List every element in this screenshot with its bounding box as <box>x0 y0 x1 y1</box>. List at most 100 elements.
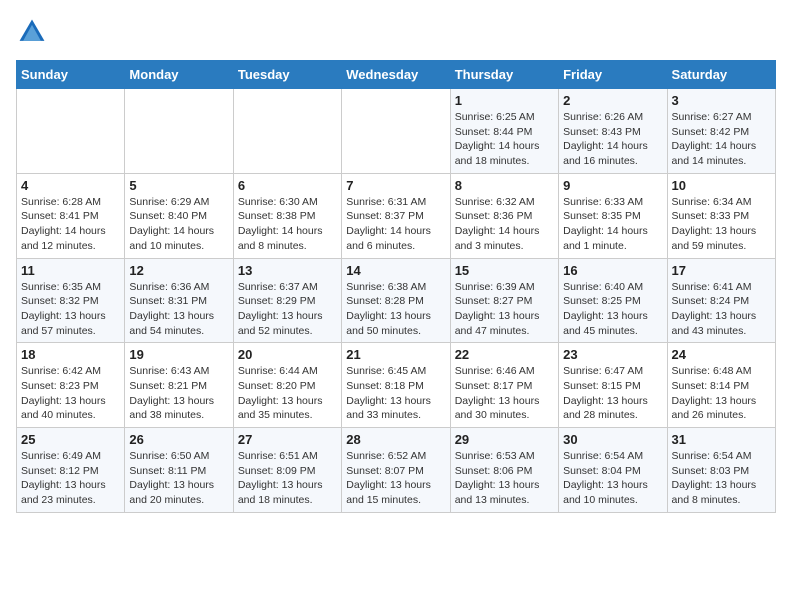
day-info: Sunrise: 6:28 AM Sunset: 8:41 PM Dayligh… <box>21 195 120 254</box>
day-info: Sunrise: 6:34 AM Sunset: 8:33 PM Dayligh… <box>672 195 771 254</box>
calendar-cell: 17Sunrise: 6:41 AM Sunset: 8:24 PM Dayli… <box>667 258 775 343</box>
calendar-cell: 7 Sunrise: 6:31 AM Sunset: 8:37 PM Daylig… <box>342 173 450 258</box>
day-number: 21 <box>346 347 445 362</box>
day-number: 5 <box>129 178 228 193</box>
calendar-cell: 9 Sunrise: 6:33 AM Sunset: 8:35 PM Daylig… <box>559 173 667 258</box>
day-number: 7 <box>346 178 445 193</box>
calendar-cell <box>233 89 341 174</box>
calendar-week-row: 4 Sunrise: 6:28 AM Sunset: 8:41 PM Daylig… <box>17 173 776 258</box>
calendar-cell: 20Sunrise: 6:44 AM Sunset: 8:20 PM Dayli… <box>233 343 341 428</box>
day-info: Sunrise: 6:53 AM Sunset: 8:06 PM Dayligh… <box>455 449 554 508</box>
day-info: Sunrise: 6:31 AM Sunset: 8:37 PM Dayligh… <box>346 195 445 254</box>
day-info: Sunrise: 6:48 AM Sunset: 8:14 PM Dayligh… <box>672 364 771 423</box>
day-info: Sunrise: 6:45 AM Sunset: 8:18 PM Dayligh… <box>346 364 445 423</box>
day-number: 30 <box>563 432 662 447</box>
calendar-cell: 10 Sunrise: 6:34 AM Sunset: 8:33 PM Dayli… <box>667 173 775 258</box>
calendar-cell: 30 Sunrise: 6:54 AM Sunset: 8:04 PM Dayli… <box>559 428 667 513</box>
page-header <box>16 16 776 48</box>
day-number: 26 <box>129 432 228 447</box>
header-wednesday: Wednesday <box>342 61 450 89</box>
calendar-header-row: SundayMondayTuesdayWednesdayThursdayFrid… <box>17 61 776 89</box>
day-info: Sunrise: 6:52 AM Sunset: 8:07 PM Dayligh… <box>346 449 445 508</box>
calendar-cell: 31 Sunrise: 6:54 AM Sunset: 8:03 PM Dayli… <box>667 428 775 513</box>
calendar-cell: 8 Sunrise: 6:32 AM Sunset: 8:36 PM Daylig… <box>450 173 558 258</box>
calendar-cell: 18 Sunrise: 6:42 AM Sunset: 8:23 PM Dayli… <box>17 343 125 428</box>
calendar-cell <box>125 89 233 174</box>
day-number: 27 <box>238 432 337 447</box>
calendar-cell: 6Sunrise: 6:30 AM Sunset: 8:38 PM Daylig… <box>233 173 341 258</box>
day-number: 31 <box>672 432 771 447</box>
calendar-week-row: 11Sunrise: 6:35 AM Sunset: 8:32 PM Dayli… <box>17 258 776 343</box>
day-number: 3 <box>672 93 771 108</box>
calendar-cell <box>342 89 450 174</box>
day-number: 2 <box>563 93 662 108</box>
day-info: Sunrise: 6:30 AM Sunset: 8:38 PM Dayligh… <box>238 195 337 254</box>
day-number: 10 <box>672 178 771 193</box>
day-info: Sunrise: 6:38 AM Sunset: 8:28 PM Dayligh… <box>346 280 445 339</box>
day-number: 16 <box>563 263 662 278</box>
calendar-cell: 25 Sunrise: 6:49 AM Sunset: 8:12 PM Dayli… <box>17 428 125 513</box>
calendar-cell: 27Sunrise: 6:51 AM Sunset: 8:09 PM Dayli… <box>233 428 341 513</box>
calendar-cell: 22Sunrise: 6:46 AM Sunset: 8:17 PM Dayli… <box>450 343 558 428</box>
day-number: 28 <box>346 432 445 447</box>
day-info: Sunrise: 6:43 AM Sunset: 8:21 PM Dayligh… <box>129 364 228 423</box>
day-info: Sunrise: 6:47 AM Sunset: 8:15 PM Dayligh… <box>563 364 662 423</box>
day-number: 11 <box>21 263 120 278</box>
day-number: 1 <box>455 93 554 108</box>
day-number: 19 <box>129 347 228 362</box>
calendar-cell <box>17 89 125 174</box>
day-info: Sunrise: 6:32 AM Sunset: 8:36 PM Dayligh… <box>455 195 554 254</box>
day-info: Sunrise: 6:39 AM Sunset: 8:27 PM Dayligh… <box>455 280 554 339</box>
day-number: 24 <box>672 347 771 362</box>
calendar-cell: 12 Sunrise: 6:36 AM Sunset: 8:31 PM Dayli… <box>125 258 233 343</box>
calendar-cell: 2 Sunrise: 6:26 AM Sunset: 8:43 PM Daylig… <box>559 89 667 174</box>
day-number: 8 <box>455 178 554 193</box>
calendar-cell: 24 Sunrise: 6:48 AM Sunset: 8:14 PM Dayli… <box>667 343 775 428</box>
calendar-cell: 26 Sunrise: 6:50 AM Sunset: 8:11 PM Dayli… <box>125 428 233 513</box>
header-monday: Monday <box>125 61 233 89</box>
day-number: 9 <box>563 178 662 193</box>
day-info: Sunrise: 6:33 AM Sunset: 8:35 PM Dayligh… <box>563 195 662 254</box>
calendar-cell: 19 Sunrise: 6:43 AM Sunset: 8:21 PM Dayli… <box>125 343 233 428</box>
logo <box>16 16 52 48</box>
day-info: Sunrise: 6:41 AM Sunset: 8:24 PM Dayligh… <box>672 280 771 339</box>
calendar-cell: 16 Sunrise: 6:40 AM Sunset: 8:25 PM Dayli… <box>559 258 667 343</box>
day-info: Sunrise: 6:36 AM Sunset: 8:31 PM Dayligh… <box>129 280 228 339</box>
calendar-cell: 1 Sunrise: 6:25 AM Sunset: 8:44 PM Daylig… <box>450 89 558 174</box>
day-info: Sunrise: 6:40 AM Sunset: 8:25 PM Dayligh… <box>563 280 662 339</box>
day-number: 23 <box>563 347 662 362</box>
day-info: Sunrise: 6:26 AM Sunset: 8:43 PM Dayligh… <box>563 110 662 169</box>
day-info: Sunrise: 6:50 AM Sunset: 8:11 PM Dayligh… <box>129 449 228 508</box>
calendar-cell: 29 Sunrise: 6:53 AM Sunset: 8:06 PM Dayli… <box>450 428 558 513</box>
day-info: Sunrise: 6:27 AM Sunset: 8:42 PM Dayligh… <box>672 110 771 169</box>
day-number: 15 <box>455 263 554 278</box>
day-info: Sunrise: 6:25 AM Sunset: 8:44 PM Dayligh… <box>455 110 554 169</box>
day-info: Sunrise: 6:46 AM Sunset: 8:17 PM Dayligh… <box>455 364 554 423</box>
day-info: Sunrise: 6:42 AM Sunset: 8:23 PM Dayligh… <box>21 364 120 423</box>
calendar-cell: 3 Sunrise: 6:27 AM Sunset: 8:42 PM Daylig… <box>667 89 775 174</box>
day-info: Sunrise: 6:44 AM Sunset: 8:20 PM Dayligh… <box>238 364 337 423</box>
calendar-cell: 11Sunrise: 6:35 AM Sunset: 8:32 PM Dayli… <box>17 258 125 343</box>
calendar-week-row: 1 Sunrise: 6:25 AM Sunset: 8:44 PM Daylig… <box>17 89 776 174</box>
day-number: 29 <box>455 432 554 447</box>
calendar-cell: 28 Sunrise: 6:52 AM Sunset: 8:07 PM Dayli… <box>342 428 450 513</box>
calendar-table: SundayMondayTuesdayWednesdayThursdayFrid… <box>16 60 776 513</box>
day-number: 13 <box>238 263 337 278</box>
day-number: 4 <box>21 178 120 193</box>
day-number: 12 <box>129 263 228 278</box>
day-info: Sunrise: 6:54 AM Sunset: 8:03 PM Dayligh… <box>672 449 771 508</box>
day-info: Sunrise: 6:37 AM Sunset: 8:29 PM Dayligh… <box>238 280 337 339</box>
calendar-cell: 15 Sunrise: 6:39 AM Sunset: 8:27 PM Dayli… <box>450 258 558 343</box>
day-info: Sunrise: 6:54 AM Sunset: 8:04 PM Dayligh… <box>563 449 662 508</box>
day-number: 18 <box>21 347 120 362</box>
day-number: 14 <box>346 263 445 278</box>
logo-icon <box>16 16 48 48</box>
header-tuesday: Tuesday <box>233 61 341 89</box>
day-number: 25 <box>21 432 120 447</box>
calendar-cell: 21 Sunrise: 6:45 AM Sunset: 8:18 PM Dayli… <box>342 343 450 428</box>
calendar-week-row: 25 Sunrise: 6:49 AM Sunset: 8:12 PM Dayli… <box>17 428 776 513</box>
day-info: Sunrise: 6:49 AM Sunset: 8:12 PM Dayligh… <box>21 449 120 508</box>
calendar-cell: 5Sunrise: 6:29 AM Sunset: 8:40 PM Daylig… <box>125 173 233 258</box>
calendar-cell: 4 Sunrise: 6:28 AM Sunset: 8:41 PM Daylig… <box>17 173 125 258</box>
calendar-cell: 23 Sunrise: 6:47 AM Sunset: 8:15 PM Dayli… <box>559 343 667 428</box>
